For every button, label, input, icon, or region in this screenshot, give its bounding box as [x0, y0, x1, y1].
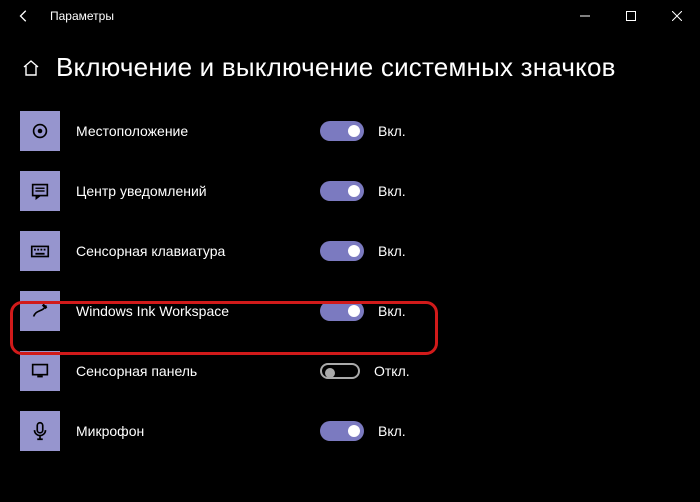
toggle-ink-workspace[interactable]	[320, 301, 364, 321]
setting-label: Windows Ink Workspace	[76, 303, 320, 319]
location-icon	[20, 111, 60, 151]
toggle-microphone[interactable]	[320, 421, 364, 441]
toggle-state-label: Откл.	[374, 363, 410, 379]
toggle-state-label: Вкл.	[378, 423, 406, 439]
touchpad-icon	[20, 351, 60, 391]
minimize-button[interactable]	[562, 0, 608, 32]
setting-label: Центр уведомлений	[76, 183, 320, 199]
setting-row-ink-workspace: Windows Ink Workspace Вкл.	[20, 281, 700, 341]
page-title: Включение и выключение системных значков	[56, 52, 616, 83]
close-button[interactable]	[654, 0, 700, 32]
toggle-touchpad[interactable]	[320, 363, 360, 379]
toggle-state-label: Вкл.	[378, 183, 406, 199]
home-icon[interactable]	[20, 57, 42, 79]
maximize-button[interactable]	[608, 0, 654, 32]
setting-row-location: Местоположение Вкл.	[20, 101, 700, 161]
action-center-icon	[20, 171, 60, 211]
window-title: Параметры	[50, 9, 114, 23]
page-header: Включение и выключение системных значков	[0, 32, 700, 101]
toggle-action-center[interactable]	[320, 181, 364, 201]
titlebar: Параметры	[0, 0, 700, 32]
toggle-location[interactable]	[320, 121, 364, 141]
setting-label: Сенсорная клавиатура	[76, 243, 320, 259]
settings-list: МестоположениеВкл.Центр уведомленийВкл.С…	[0, 101, 700, 461]
setting-label: Микрофон	[76, 423, 320, 439]
ink-workspace-icon	[20, 291, 60, 331]
touch-keyboard-icon	[20, 231, 60, 271]
setting-label: Местоположение	[76, 123, 320, 139]
setting-row-microphone: Микрофон Вкл.	[20, 401, 700, 461]
toggle-touch-keyboard[interactable]	[320, 241, 364, 261]
back-button[interactable]	[8, 0, 40, 32]
setting-row-touch-keyboard: Сенсорная клавиатура Вкл.	[20, 221, 700, 281]
setting-label: Сенсорная панель	[76, 363, 320, 379]
microphone-icon	[20, 411, 60, 451]
toggle-state-label: Вкл.	[378, 303, 406, 319]
setting-row-action-center: Центр уведомлений Вкл.	[20, 161, 700, 221]
toggle-state-label: Вкл.	[378, 123, 406, 139]
toggle-state-label: Вкл.	[378, 243, 406, 259]
setting-row-touchpad: Сенсорная панель Откл.	[20, 341, 700, 401]
window-controls	[562, 0, 700, 32]
